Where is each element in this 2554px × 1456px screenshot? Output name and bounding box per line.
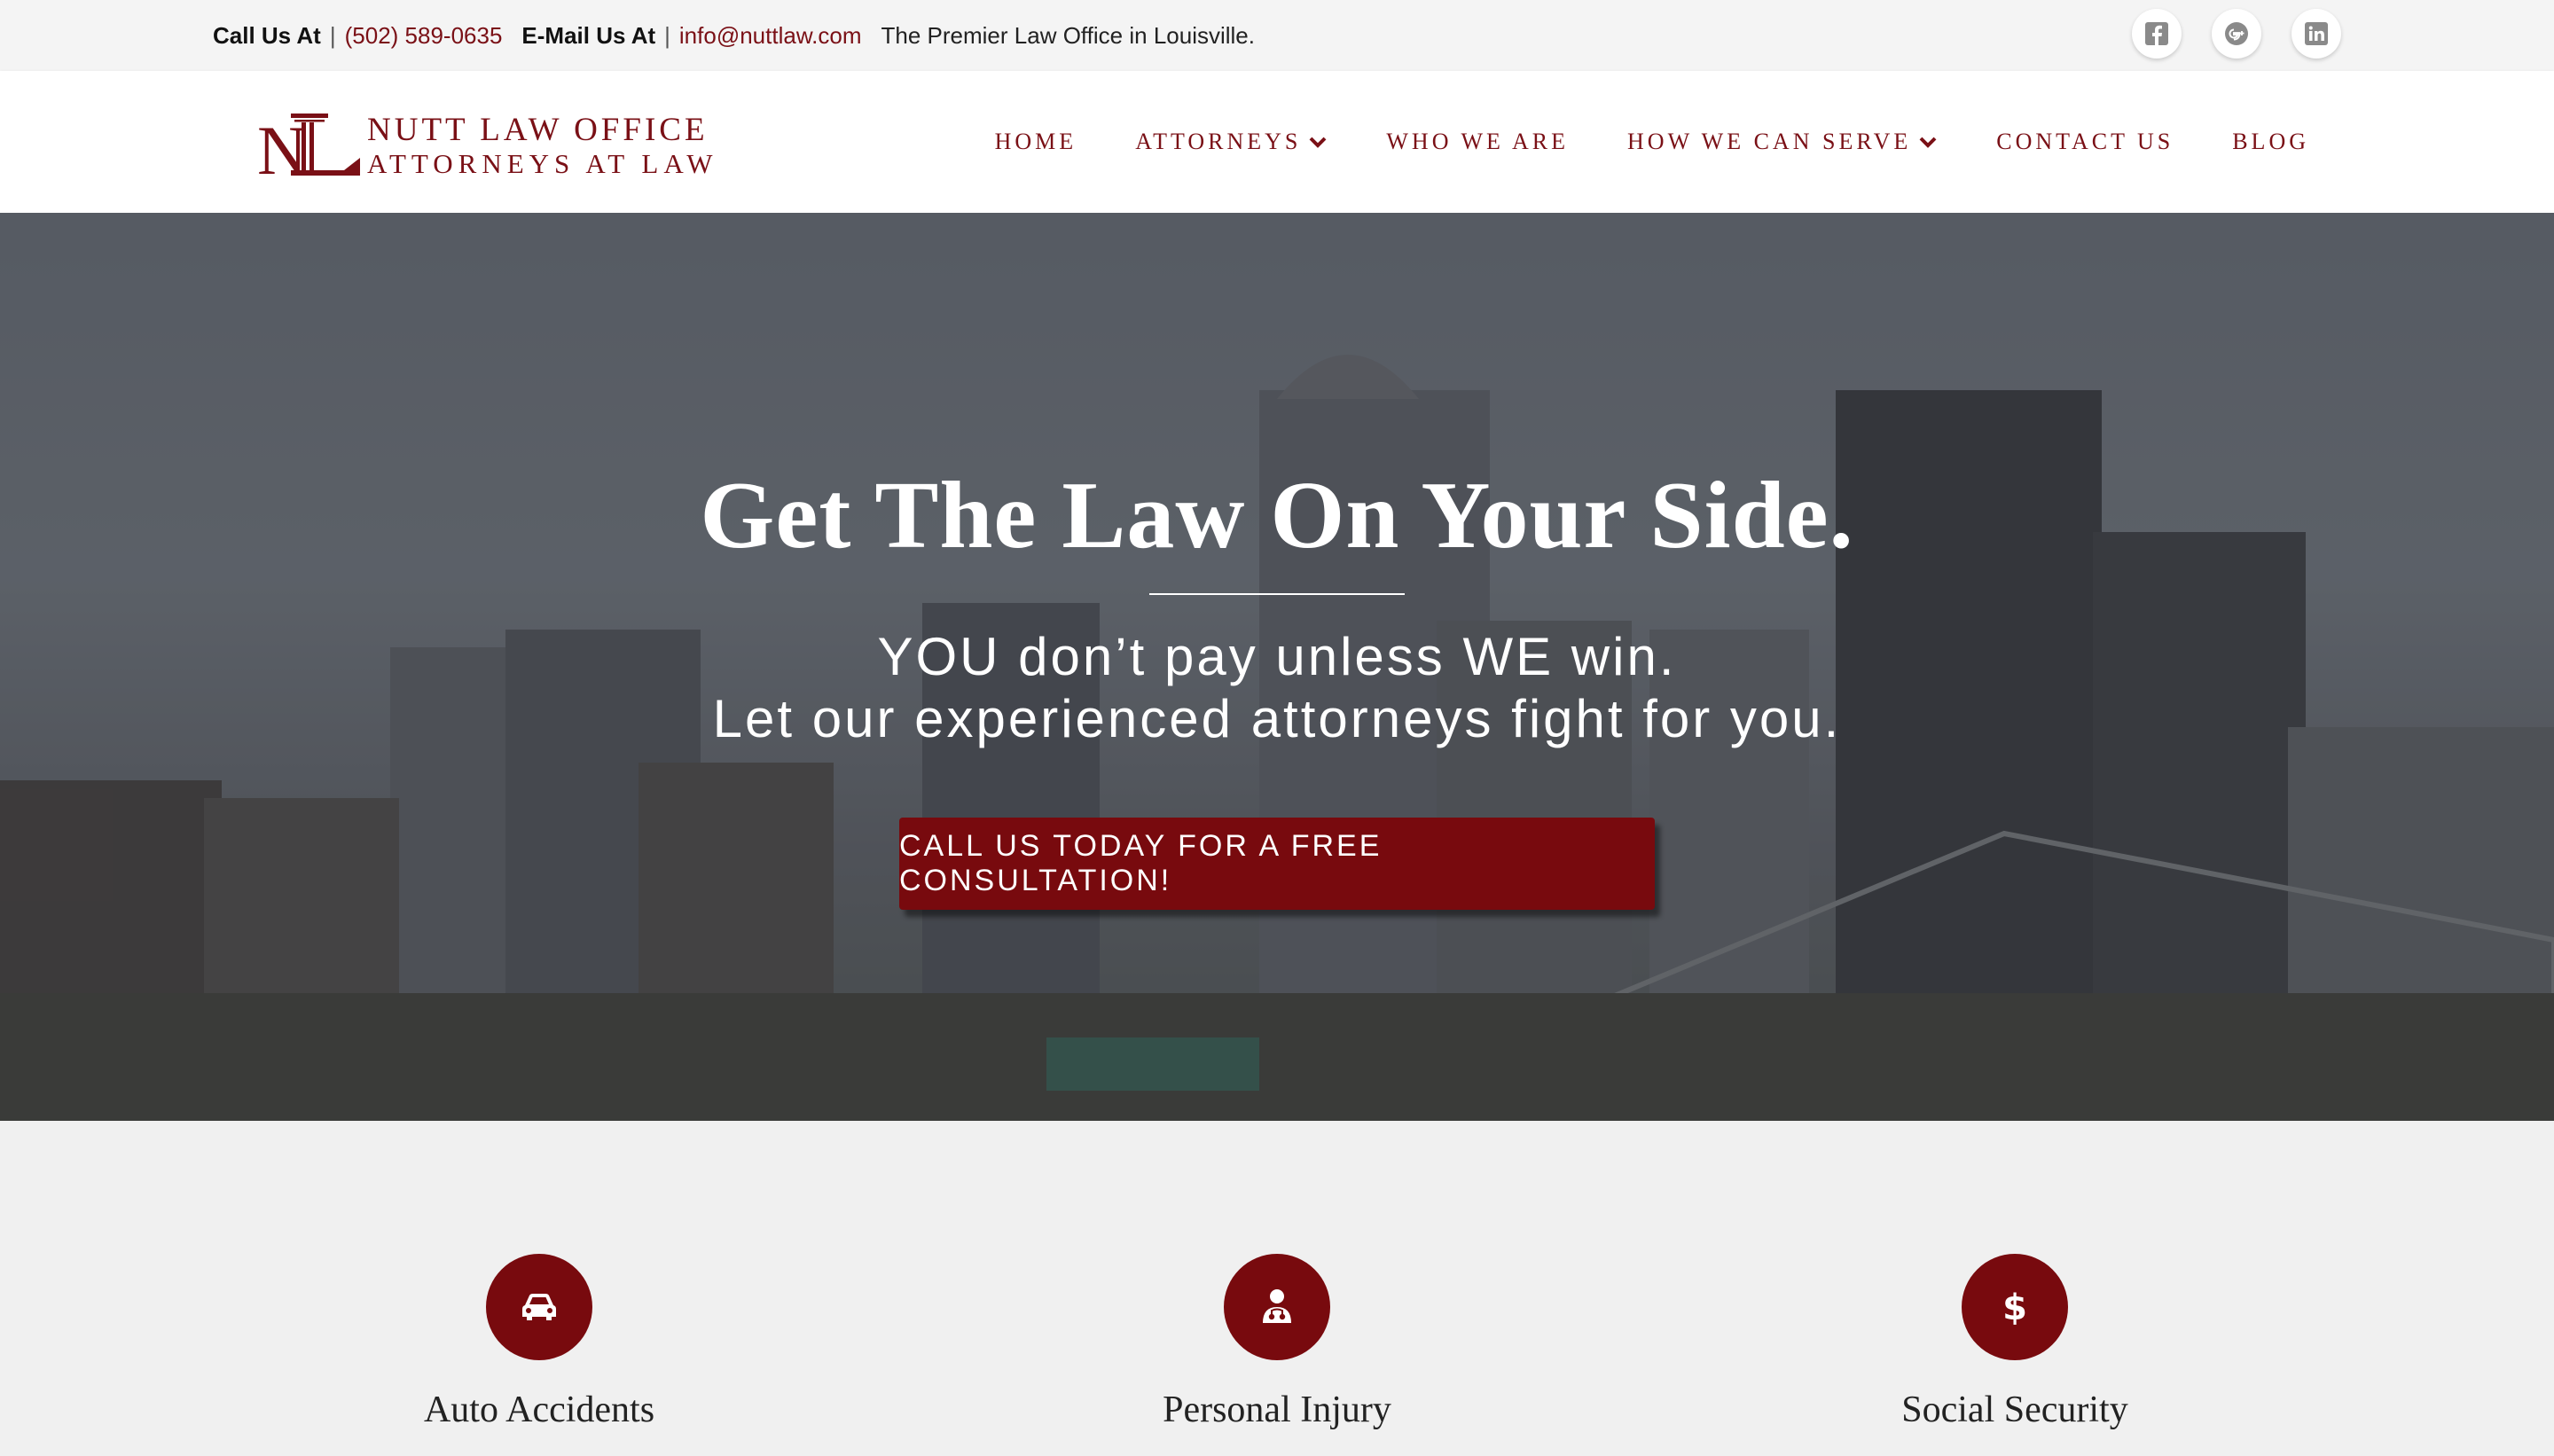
nav-label: BLOG: [2232, 129, 2309, 154]
service-icon-circle: [1224, 1254, 1330, 1360]
car-icon: [522, 1294, 556, 1320]
google-plus-button[interactable]: [2212, 9, 2261, 59]
main-nav: HOME ATTORNEYS WHO WE ARE HOW WE CAN SER…: [936, 71, 2309, 213]
nav-blog[interactable]: BLOG: [2232, 129, 2309, 155]
svg-text:$: $: [2002, 1288, 2027, 1328]
chevron-down-icon: [1309, 137, 1327, 148]
hero-divider: [1149, 593, 1405, 595]
service-label: Auto Accidents: [423, 1389, 655, 1430]
hero-banner: Get The Law On Your Side. YOU don’t pay …: [0, 213, 2554, 1121]
social-links: [2132, 9, 2341, 59]
free-consultation-button[interactable]: CALL US TODAY FOR A FREE CONSULTATION!: [899, 818, 1655, 910]
nav-home[interactable]: HOME: [995, 129, 1077, 155]
phone-link[interactable]: (502) 589-0635: [345, 22, 503, 50]
dollar-icon: $: [2002, 1288, 2027, 1328]
linkedin-button[interactable]: [2292, 9, 2341, 59]
nav-who-we-are[interactable]: WHO WE ARE: [1386, 129, 1569, 155]
call-label: Call Us At: [213, 21, 321, 49]
site-logo[interactable]: N NUTT LAW OFFICE ATTORNEYS AT LAW: [255, 112, 718, 179]
email-label: E-Mail Us At: [521, 21, 656, 49]
services-section: Auto Accidents Personal Injury $ Social …: [0, 1121, 2554, 1456]
contact-info: Call Us At | (502) 589-0635 E-Mail Us At…: [213, 0, 1255, 71]
nav-contact-us[interactable]: CONTACT US: [1996, 129, 2174, 155]
tagline: The Premier Law Office in Louisville.: [881, 21, 1255, 49]
nav-label: HOME: [994, 129, 1077, 154]
facebook-button[interactable]: [2132, 9, 2182, 59]
nav-label: WHO WE ARE: [1386, 129, 1570, 154]
nav-how-we-can-serve[interactable]: HOW WE CAN SERVE: [1627, 129, 1938, 155]
top-info-bar: Call Us At | (502) 589-0635 E-Mail Us At…: [0, 0, 2554, 71]
google-plus-icon: [2225, 22, 2248, 45]
injured-person-icon: [1263, 1289, 1291, 1323]
separator: |: [664, 21, 670, 49]
main-header: N NUTT LAW OFFICE ATTORNEYS AT LAW HOME …: [0, 71, 2554, 213]
separator: |: [329, 21, 336, 49]
nav-label: CONTACT US: [1996, 129, 2174, 154]
logo-wordmark: NUTT LAW OFFICE ATTORNEYS AT LAW: [367, 114, 718, 177]
logo-line-2: ATTORNEYS AT LAW: [367, 148, 718, 179]
hero-title: Get The Law On Your Side.: [700, 463, 1854, 568]
service-icon-circle: $: [1962, 1254, 2068, 1360]
service-label: Social Security: [1901, 1389, 2128, 1430]
hero-subtitle-line-1: YOU don’t pay unless WE win.: [877, 627, 1677, 686]
nav-label: ATTORNEYS: [1135, 129, 1302, 154]
hero-subtitle-line-2: Let our experienced attorneys fight for …: [712, 689, 1842, 748]
service-auto-accidents[interactable]: Auto Accidents: [362, 1254, 717, 1431]
service-label: Personal Injury: [1163, 1389, 1391, 1430]
service-icon-circle: [486, 1254, 592, 1360]
nav-label: HOW WE CAN SERVE: [1627, 129, 1912, 154]
facebook-icon: [2145, 22, 2168, 45]
nav-attorneys[interactable]: ATTORNEYS: [1135, 129, 1328, 155]
service-personal-injury[interactable]: Personal Injury: [1100, 1254, 1454, 1431]
logo-line-1: NUTT LAW OFFICE: [367, 112, 709, 148]
service-social-security[interactable]: $ Social Security: [1837, 1254, 2192, 1431]
linkedin-icon: [2305, 22, 2328, 45]
chevron-down-icon: [1919, 137, 1937, 148]
nl-monogram-logo: N: [257, 112, 360, 179]
email-link[interactable]: info@nuttlaw.com: [679, 22, 862, 50]
